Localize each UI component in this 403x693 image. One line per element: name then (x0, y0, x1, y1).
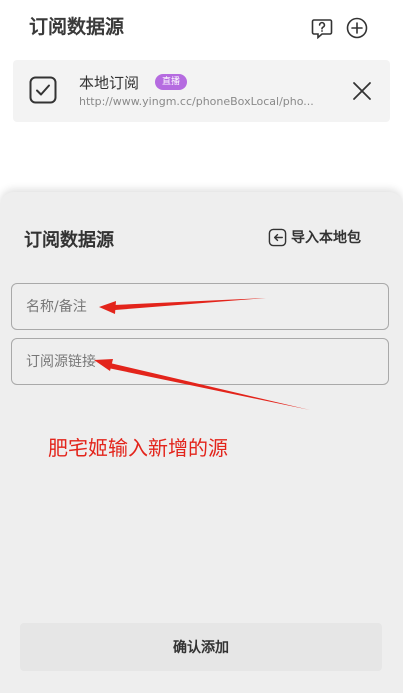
help-icon[interactable] (311, 17, 333, 39)
url-field[interactable] (11, 338, 389, 385)
live-badge: 直播 (155, 74, 188, 90)
sheet-title: 订阅数据源 (24, 230, 114, 251)
checkbox-checked-icon[interactable] (29, 76, 57, 104)
import-icon (268, 228, 287, 246)
name-field[interactable] (11, 283, 389, 330)
subscription-url: http://www.yingm.cc/phoneBoxLocal/pho... (79, 95, 314, 108)
close-icon[interactable] (351, 80, 373, 102)
page-title: 订阅数据源 (29, 16, 125, 38)
confirm-add-button[interactable]: 确认添加 (20, 623, 382, 671)
import-label: 导入本地包 (291, 230, 361, 246)
subscription-name: 本地订阅 (79, 74, 140, 92)
subscription-item[interactable]: 本地订阅 直播 http://www.yingm.cc/phoneBoxLoca… (13, 60, 390, 122)
name-input[interactable] (26, 284, 366, 329)
url-input[interactable] (26, 339, 366, 384)
add-source-sheet: 订阅数据源 导入本地包 肥宅姬输入新增的源 确认添加 (0, 192, 403, 693)
annotation-text: 肥宅姬输入新增的源 (48, 436, 228, 460)
add-source-icon[interactable] (346, 17, 368, 39)
import-local-package-button[interactable]: 导入本地包 (268, 225, 361, 249)
